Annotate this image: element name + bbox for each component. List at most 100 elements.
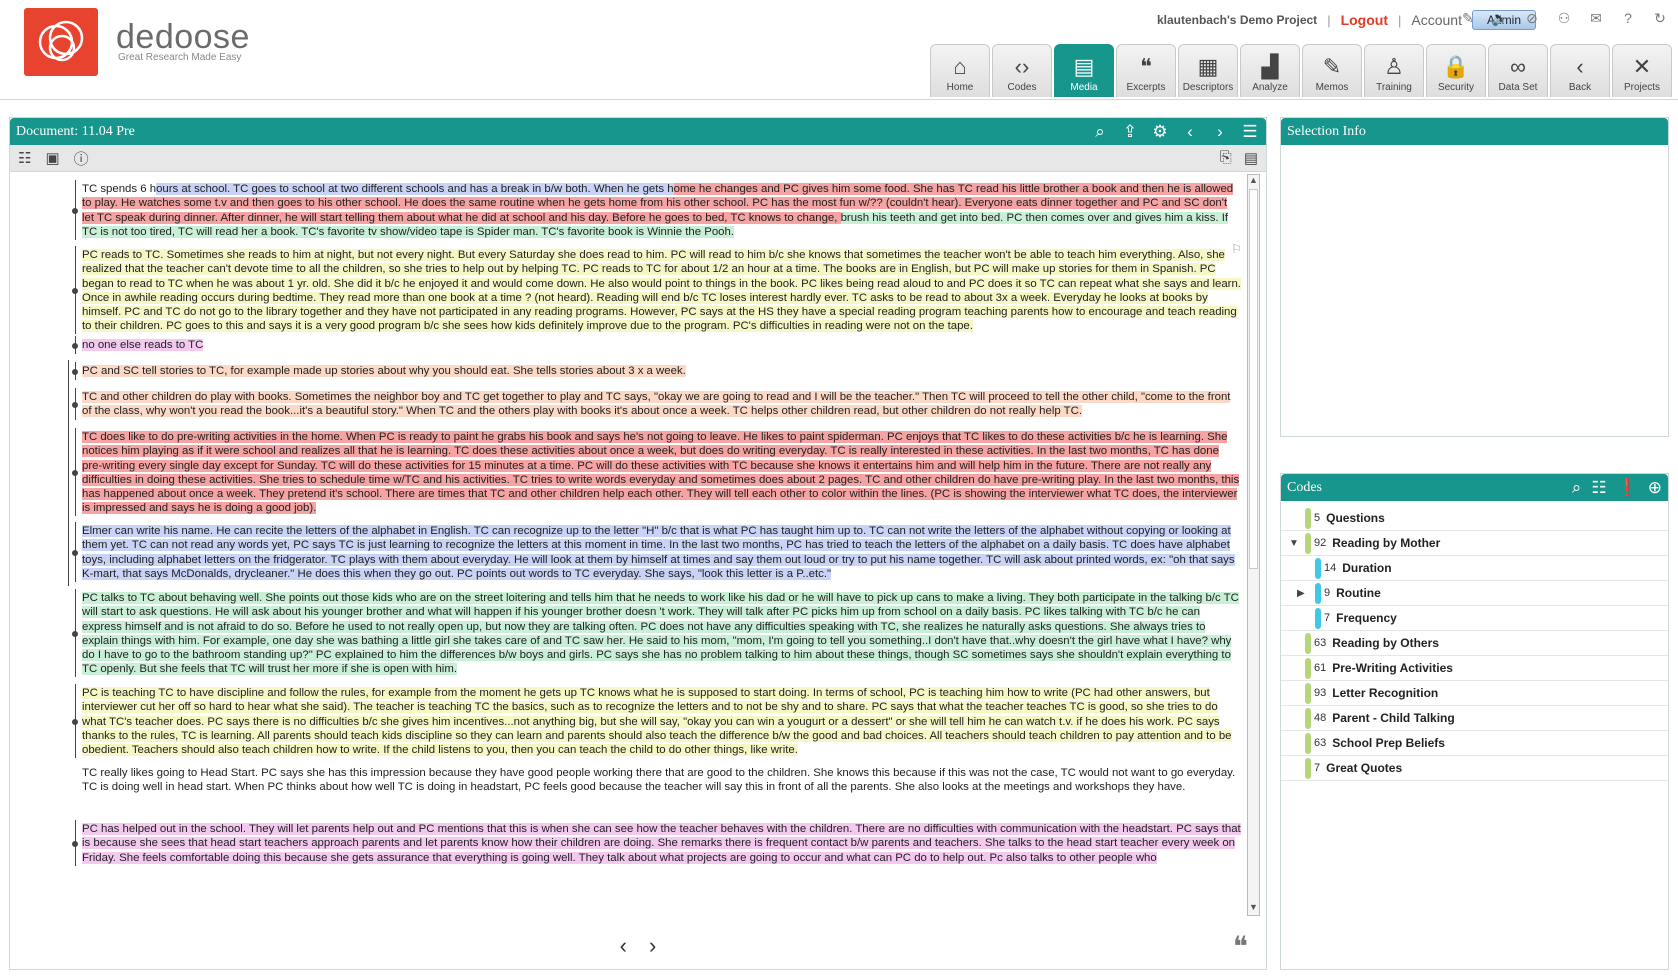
expand-icon[interactable]: ▶ xyxy=(1297,588,1305,599)
nav-tab-codes[interactable]: ‹› Codes xyxy=(992,44,1052,97)
upload-icon[interactable]: ⇪ xyxy=(1120,122,1140,142)
text-excerpt[interactable]: PC reads to TC. Sometimes she reads to h… xyxy=(82,249,1241,333)
prev-page-icon[interactable]: ‹ xyxy=(620,933,627,959)
excerpt-marker[interactable] xyxy=(72,369,78,375)
dedoose-logo[interactable] xyxy=(24,8,98,76)
nav-tab-security[interactable]: 🔒 Security xyxy=(1426,44,1486,97)
code-item[interactable]: 7 Frequency xyxy=(1281,606,1668,631)
excerpt-marker[interactable] xyxy=(72,208,78,214)
codes-title: Codes xyxy=(1287,479,1322,495)
nav-tab-data-set[interactable]: ∞ Data Set xyxy=(1488,44,1548,97)
document-paragraph[interactable]: TC and other children do play with books… xyxy=(82,390,1242,419)
pin-icon[interactable]: ✎ xyxy=(1456,8,1480,28)
code-count: 5 xyxy=(1314,512,1321,524)
code-name: Questions xyxy=(1326,511,1385,525)
add-code-icon[interactable]: ⊕ xyxy=(1648,478,1662,498)
document-paragraph[interactable]: TC spends 6 hours at school. TC goes to … xyxy=(82,182,1242,239)
chevron-left-icon[interactable]: ‹ xyxy=(1180,122,1200,142)
document-paragraph[interactable]: TC does like to do pre-writing activitie… xyxy=(82,430,1242,516)
document-paragraph[interactable]: PC reads to TC. Sometimes she reads to h… xyxy=(82,248,1242,334)
document-paragraph[interactable]: PC has helped out in the school. They wi… xyxy=(82,822,1242,865)
excerpt-marker[interactable] xyxy=(72,719,78,725)
excerpt-group-bracket[interactable] xyxy=(68,386,69,586)
text-excerpt[interactable]: PC talks to TC about behaving well. She … xyxy=(82,592,1239,676)
nav-tab-descriptors[interactable]: ▦ Descriptors xyxy=(1178,44,1238,97)
mail-icon[interactable]: ✉ xyxy=(1584,8,1608,28)
nav-tab-home[interactable]: ⌂ Home xyxy=(930,44,990,97)
info-icon[interactable]: ⓘ xyxy=(74,148,89,169)
code-count: 63 xyxy=(1314,637,1327,649)
document-paragraph[interactable]: PC is teaching TC to have discipline and… xyxy=(82,686,1242,757)
refresh-icon[interactable]: ↻ xyxy=(1648,8,1672,28)
chevron-right-icon[interactable]: › xyxy=(1210,122,1230,142)
code-item[interactable]: 7 Great Quotes xyxy=(1281,756,1668,781)
lock-icon: 🔒 xyxy=(1442,54,1470,79)
code-item[interactable]: 14 Duration xyxy=(1281,556,1668,581)
text-excerpt[interactable]: ours at school. TC goes to school at two… xyxy=(156,183,674,195)
code-name: Duration xyxy=(1342,561,1392,575)
alert-icon[interactable]: ❗ xyxy=(1617,478,1638,498)
nav-tab-back[interactable]: ‹ Back xyxy=(1550,44,1610,97)
scroll-down-icon[interactable]: ▼ xyxy=(1248,902,1259,915)
memo-flag-icon[interactable]: ⚐ xyxy=(1231,242,1242,256)
excerpt-marker[interactable] xyxy=(72,631,78,637)
nav-tab-projects[interactable]: ✕ Projects xyxy=(1612,44,1672,97)
text-excerpt[interactable]: no one else reads to TC xyxy=(82,339,204,351)
media-count-icon[interactable]: ▤ xyxy=(1244,149,1258,167)
text-excerpt[interactable]: TC really likes going to Head Start. PC … xyxy=(82,767,1235,793)
users-icon[interactable]: ⚇ xyxy=(1552,8,1576,28)
code-item[interactable]: 63 School Prep Beliefs xyxy=(1281,731,1668,756)
nav-tab-memos[interactable]: ✎ Memos xyxy=(1302,44,1362,97)
next-page-icon[interactable]: › xyxy=(649,933,656,959)
nav-tab-training[interactable]: ♙ Training xyxy=(1364,44,1424,97)
document-paragraph[interactable]: PC talks to TC about behaving well. She … xyxy=(82,591,1242,677)
excerpt-marker[interactable] xyxy=(72,470,78,476)
excerpt-count-icon[interactable]: ⎘ xyxy=(1220,149,1232,167)
code-item[interactable]: 61 Pre-Writing Activities xyxy=(1281,656,1668,681)
code-item[interactable]: 63 Reading by Others xyxy=(1281,631,1668,656)
nav-tab-media[interactable]: ▤ Media xyxy=(1054,44,1114,97)
text-excerpt[interactable]: TC and other children do play with books… xyxy=(82,391,1231,418)
code-item[interactable]: ▼ 92 Reading by Mother xyxy=(1281,531,1668,556)
text-excerpt[interactable]: PC has helped out in the school. They wi… xyxy=(82,823,1241,864)
gear-icon[interactable]: ⚙ xyxy=(1150,122,1170,142)
excerpt-marker[interactable] xyxy=(72,343,78,349)
sync-icon[interactable]: ⊘ xyxy=(1520,8,1544,28)
document-scrollbar[interactable]: ▲ ▼ xyxy=(1247,174,1260,916)
document-paragraph[interactable]: no one else reads to TC xyxy=(82,338,1242,352)
utility-icons: ✎ 🔈 ⊘ ⚇ ✉ ? ↻ xyxy=(1456,8,1672,28)
nav-tab-excerpts[interactable]: ❝ Excerpts xyxy=(1116,44,1176,97)
document-paragraph[interactable]: Elmer can write his name. He can recite … xyxy=(82,524,1242,581)
create-excerpt-icon[interactable]: ❝ xyxy=(1233,930,1248,963)
nav-tab-analyze[interactable]: ▟ Analyze xyxy=(1240,44,1300,97)
text-excerpt[interactable]: PC is teaching TC to have discipline and… xyxy=(82,687,1232,757)
text-excerpt[interactable]: PC and SC tell stories to TC, for exampl… xyxy=(82,365,686,377)
account-link[interactable]: Account xyxy=(1411,12,1462,28)
excerpt-marker[interactable] xyxy=(72,402,78,408)
help-icon[interactable]: ? xyxy=(1616,8,1640,28)
excerpt-marker[interactable] xyxy=(72,550,78,556)
search-icon[interactable]: ⌕ xyxy=(1572,478,1582,498)
text-excerpt[interactable]: Elmer can write his name. He can recite … xyxy=(82,525,1235,580)
scroll-up-icon[interactable]: ▲ xyxy=(1248,175,1259,188)
document-body[interactable]: TC spends 6 hours at school. TC goes to … xyxy=(10,174,1248,917)
document-paragraph[interactable]: TC really likes going to Head Start. PC … xyxy=(82,766,1242,795)
lock-icon[interactable]: ▣ xyxy=(45,149,59,167)
collapse-icon[interactable]: ▼ xyxy=(1289,538,1299,549)
sliders-icon[interactable]: ☷ xyxy=(1591,478,1606,498)
text-excerpt[interactable]: TC does like to do pre-writing activitie… xyxy=(82,431,1240,515)
list-icon[interactable]: ☰ xyxy=(1240,122,1260,142)
logout-link[interactable]: Logout xyxy=(1341,12,1388,28)
excerpt-marker[interactable] xyxy=(72,288,78,294)
speaker-icon[interactable]: 🔈 xyxy=(1488,8,1512,28)
sliders-icon[interactable]: ☷ xyxy=(18,149,31,167)
code-item[interactable]: ▶ 9 Routine xyxy=(1281,581,1668,606)
code-item[interactable]: 48 Parent - Child Talking xyxy=(1281,706,1668,731)
excerpt-marker[interactable] xyxy=(72,841,78,847)
text-excerpt[interactable]: TC spends 6 h xyxy=(82,183,156,195)
code-item[interactable]: 93 Letter Recognition xyxy=(1281,681,1668,706)
document-paragraph[interactable]: PC and SC tell stories to TC, for exampl… xyxy=(82,364,1242,378)
scroll-thumb[interactable] xyxy=(1249,189,1258,569)
code-item[interactable]: 5 Questions xyxy=(1281,506,1668,531)
search-icon[interactable]: ⌕ xyxy=(1090,122,1110,142)
